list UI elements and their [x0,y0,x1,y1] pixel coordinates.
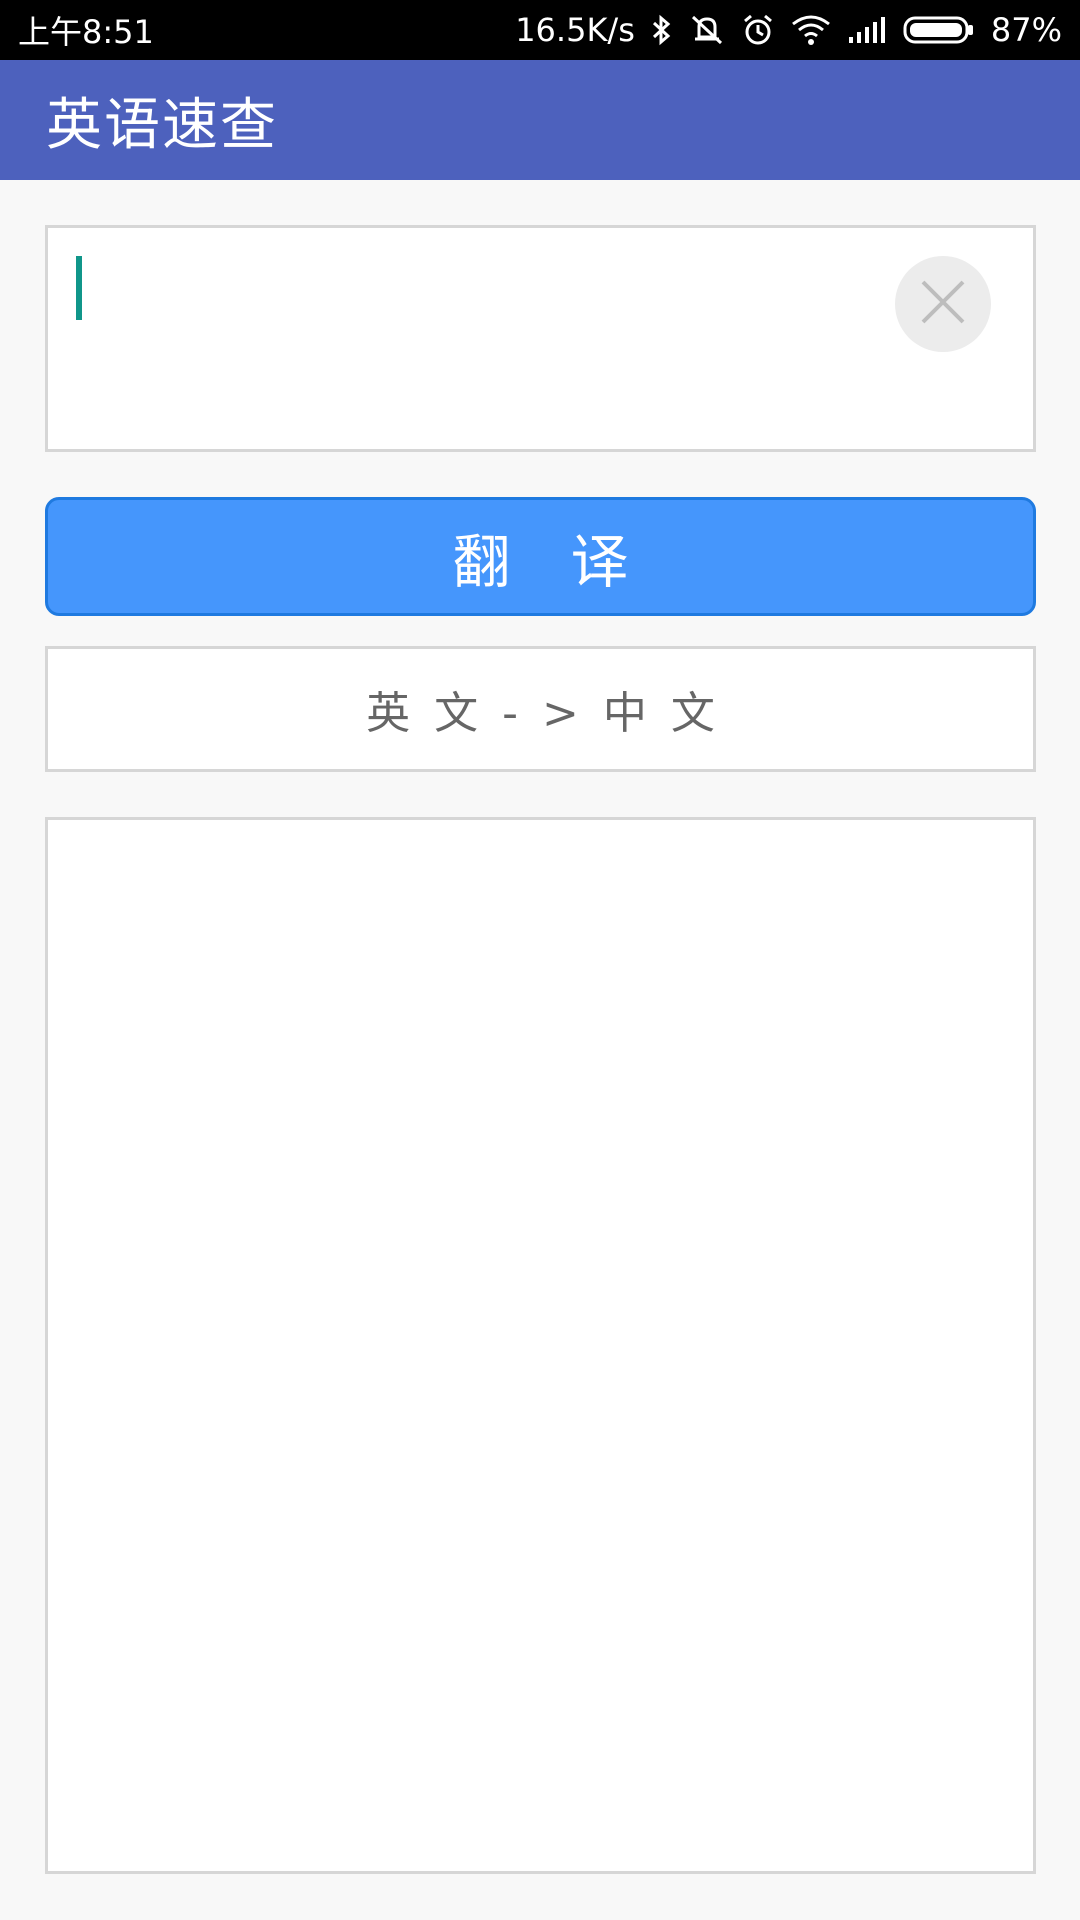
status-time: 上午8:51 [18,13,154,51]
battery-percent: 87% [990,11,1062,49]
close-icon [915,274,971,334]
status-bar: 上午8:51 16.5K/s 87% [0,0,1080,60]
direction-label: 英文->中文 [366,688,739,739]
net-speed: 16.5K/s [515,11,635,49]
app-title: 英语速查 [46,92,278,158]
wifi-icon [791,14,831,46]
status-icons: 16.5K/s 87% [515,11,1062,49]
text-cursor [76,256,82,320]
signal-icon [847,15,887,45]
translate-button[interactable]: 翻译 [45,497,1036,616]
battery-icon [903,14,975,46]
mute-icon [689,13,725,47]
clear-button[interactable] [895,256,991,352]
app-bar: 英语速查 [0,60,1080,180]
language-direction-toggle[interactable]: 英文->中文 [45,646,1036,772]
bluetooth-icon [651,14,673,46]
alarm-icon [741,13,775,47]
query-input[interactable] [45,225,1036,452]
result-area [45,817,1036,1874]
